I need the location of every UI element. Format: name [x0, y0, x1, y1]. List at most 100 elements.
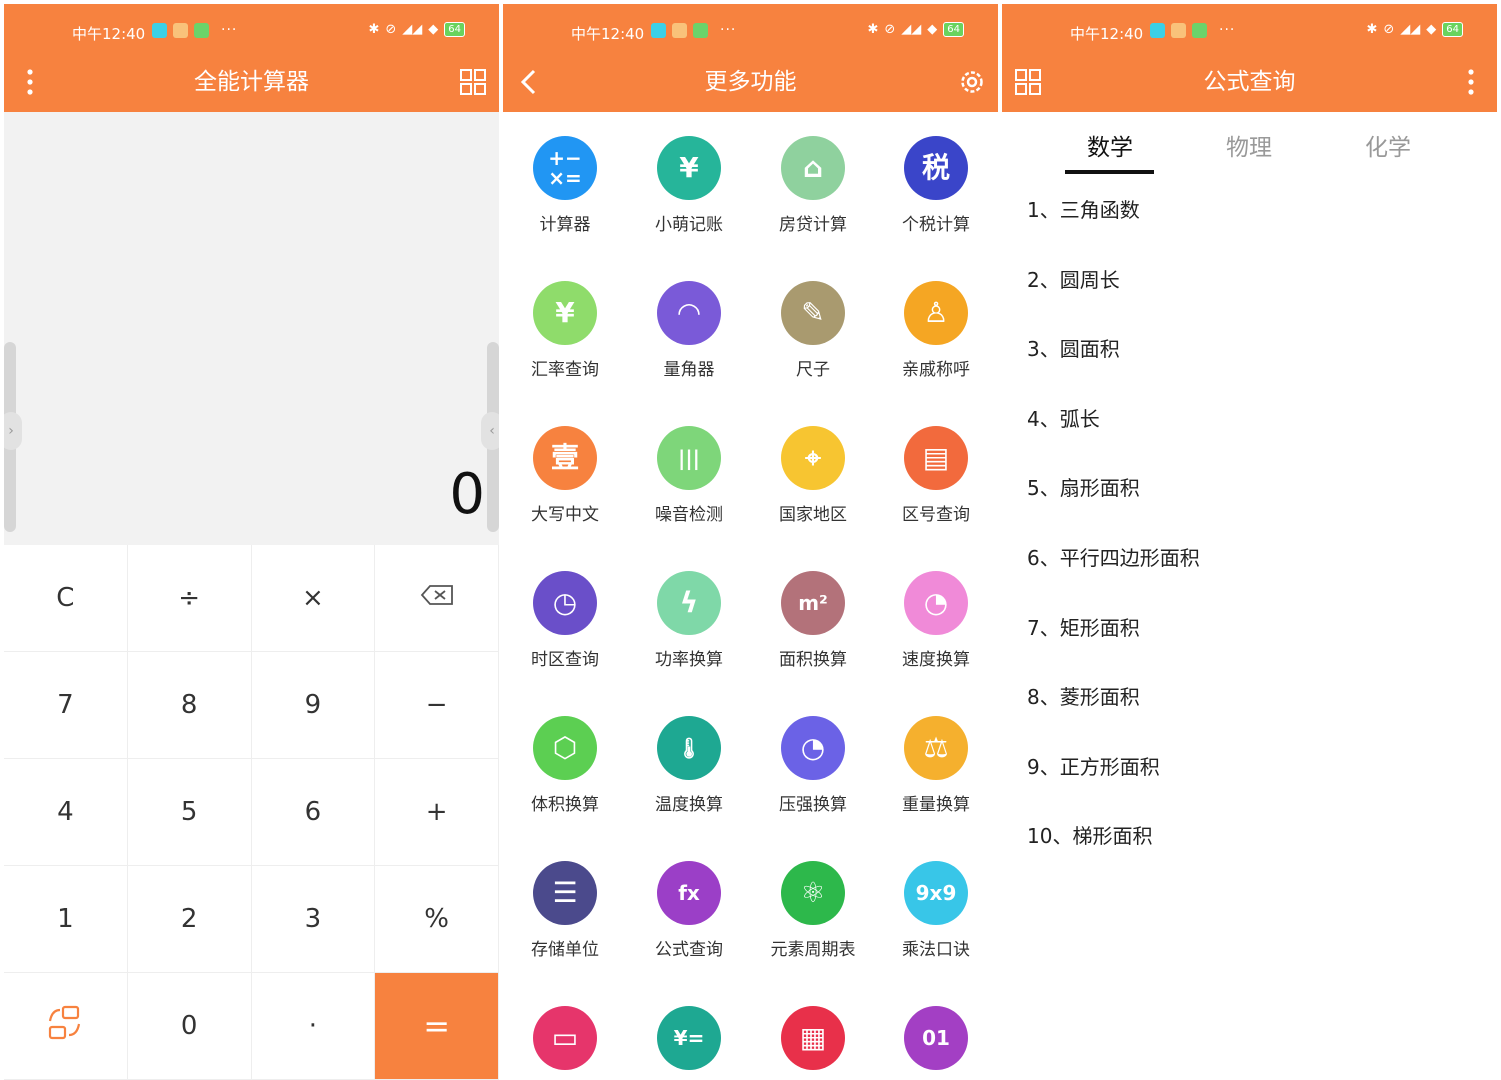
- battery-icon: 64: [943, 22, 964, 37]
- key-label: 9: [304, 690, 322, 720]
- menu-icon[interactable]: [1455, 66, 1487, 98]
- function-item[interactable]: 壹大写中文: [503, 402, 627, 547]
- digit-3-button[interactable]: 3: [251, 866, 376, 973]
- key-label: 1: [57, 904, 74, 934]
- clear-button[interactable]: C: [4, 545, 128, 652]
- left-drawer-handle[interactable]: ›: [4, 342, 22, 532]
- mute-icon: ⊘: [1383, 22, 1395, 37]
- decimal-button[interactable]: ·: [251, 973, 376, 1080]
- function-item[interactable]: ◔ 压强换算: [751, 692, 875, 837]
- function-item[interactable]: ▭: [503, 982, 627, 1080]
- function-item[interactable]: ⌖ 国家地区: [751, 402, 875, 547]
- house-icon: ⌂: [781, 136, 845, 200]
- grid-icon[interactable]: [457, 66, 489, 98]
- function-item[interactable]: ⌂ 房贷计算: [751, 112, 875, 257]
- digit-9-button[interactable]: 9: [251, 652, 376, 759]
- function-label: 元素周期表: [770, 940, 856, 960]
- relative-icon: ♙: [904, 281, 968, 345]
- more-notifications-icon: ···: [720, 22, 737, 38]
- function-item[interactable]: +− ×= 计算器: [503, 112, 627, 257]
- function-item[interactable]: ¥ 小萌记账: [627, 112, 751, 257]
- status-time: 中午12:40: [72, 25, 146, 43]
- digit-8-button[interactable]: 8: [127, 652, 252, 759]
- function-item[interactable]: ϟ 功率换算: [627, 547, 751, 692]
- formula-item[interactable]: 7、矩形面积: [1027, 612, 1140, 641]
- function-item[interactable]: ◷ 时区查询: [503, 547, 627, 692]
- chevron-left-icon[interactable]: ‹: [481, 412, 499, 450]
- formula-item[interactable]: 1、三角函数: [1027, 194, 1140, 223]
- digit-0-button[interactable]: 0: [127, 973, 252, 1080]
- formula-item[interactable]: 6、平行四边形面积: [1027, 542, 1200, 571]
- tab-physics[interactable]: 物理: [1179, 128, 1319, 162]
- app-bar: 中午12:40 ··· ✱ ⊘ ◢◢ ◆ 64 公式查询: [1002, 4, 1497, 112]
- function-item[interactable]: ⚛ 元素周期表: [751, 837, 875, 982]
- function-item[interactable]: fx 公式查询: [627, 837, 751, 982]
- function-item[interactable]: ♙ 亲戚称呼: [874, 257, 998, 402]
- icon-glyph: ♙: [923, 296, 949, 329]
- function-item[interactable]: ⚖ 重量换算: [874, 692, 998, 837]
- icon-glyph: 🌡: [676, 736, 702, 760]
- equals-button[interactable]: =: [375, 973, 499, 1080]
- tab-math[interactable]: 数学: [1040, 128, 1180, 162]
- digit-4-button[interactable]: 4: [4, 759, 128, 866]
- key-label: 4: [57, 797, 74, 827]
- formula-item[interactable]: 3、圆面积: [1027, 333, 1120, 362]
- function-item[interactable]: 税个税计算: [874, 112, 998, 257]
- digit-6-button[interactable]: 6: [251, 759, 376, 866]
- wifi-icon: ◆: [1426, 22, 1437, 37]
- ledger-icon: ¥: [657, 136, 721, 200]
- chevron-right-icon[interactable]: ›: [4, 412, 22, 450]
- formula-item[interactable]: 2、圆周长: [1027, 264, 1120, 293]
- plus-button[interactable]: +: [375, 759, 499, 866]
- backspace-button[interactable]: [375, 545, 499, 652]
- tab-chemistry[interactable]: 化学: [1318, 128, 1458, 162]
- active-tab-indicator: [1065, 170, 1154, 174]
- function-item[interactable]: 🌡 温度换算: [627, 692, 751, 837]
- area-icon: m²: [781, 571, 845, 635]
- formula-item[interactable]: 4、弧长: [1027, 403, 1100, 432]
- switch-mode-button[interactable]: [4, 973, 128, 1080]
- formula-item[interactable]: 5、扇形面积: [1027, 472, 1140, 501]
- status-bar: 中午12:40 ··· ✱ ⊘ ◢◢ ◆ 64: [503, 4, 998, 62]
- pressure-icon: ◔: [781, 716, 845, 780]
- icon-glyph: ☰: [552, 876, 578, 909]
- function-item[interactable]: ☰ 存储单位: [503, 837, 627, 982]
- formula-item[interactable]: 8、菱形面积: [1027, 681, 1140, 710]
- icon-glyph: ▦: [799, 1021, 827, 1054]
- function-item[interactable]: ▤ 区号查询: [874, 402, 998, 547]
- divide-button[interactable]: ÷: [127, 545, 252, 652]
- multiply-button[interactable]: ×: [251, 545, 376, 652]
- function-item[interactable]: ▦: [751, 982, 875, 1080]
- backspace-icon: [420, 583, 454, 613]
- digit-7-button[interactable]: 7: [4, 652, 128, 759]
- formula-item[interactable]: 9、正方形面积: [1027, 751, 1160, 780]
- function-item[interactable]: ✎ 尺子: [751, 257, 875, 402]
- page-title: 公式查询: [1203, 69, 1296, 95]
- calendar-icon: ▦: [781, 1006, 845, 1070]
- signal-icon: ◢◢: [402, 22, 423, 37]
- more-notifications-icon: ···: [221, 22, 238, 38]
- formula-item[interactable]: 10、梯形面积: [1027, 820, 1152, 849]
- key-label: +: [425, 797, 448, 827]
- function-item[interactable]: 9x9 乘法口诀: [874, 837, 998, 982]
- function-item[interactable]: ||| 噪音检测: [627, 402, 751, 547]
- right-drawer-handle[interactable]: ‹: [481, 342, 499, 532]
- function-item[interactable]: ¥=: [627, 982, 751, 1080]
- digit-2-button[interactable]: 2: [127, 866, 252, 973]
- function-item[interactable]: ⬡ 体积换算: [503, 692, 627, 837]
- icon-glyph: ϟ: [679, 586, 699, 619]
- settings-icon[interactable]: [956, 66, 988, 98]
- function-item[interactable]: m² 面积换算: [751, 547, 875, 692]
- percent-button[interactable]: %: [375, 866, 499, 973]
- digit-5-button[interactable]: 5: [127, 759, 252, 866]
- function-item[interactable]: ◠ 量角器: [627, 257, 751, 402]
- function-item[interactable]: 01: [874, 982, 998, 1080]
- status-time: 中午12:40: [571, 25, 645, 43]
- calculator-icon: +− ×=: [533, 136, 597, 200]
- function-item[interactable]: ◔ 速度换算: [874, 547, 998, 692]
- formula-icon: fx: [657, 861, 721, 925]
- binary-icon: 01: [904, 1006, 968, 1070]
- function-item[interactable]: ¥ 汇率查询: [503, 257, 627, 402]
- digit-1-button[interactable]: 1: [4, 866, 128, 973]
- minus-button[interactable]: −: [375, 652, 499, 759]
